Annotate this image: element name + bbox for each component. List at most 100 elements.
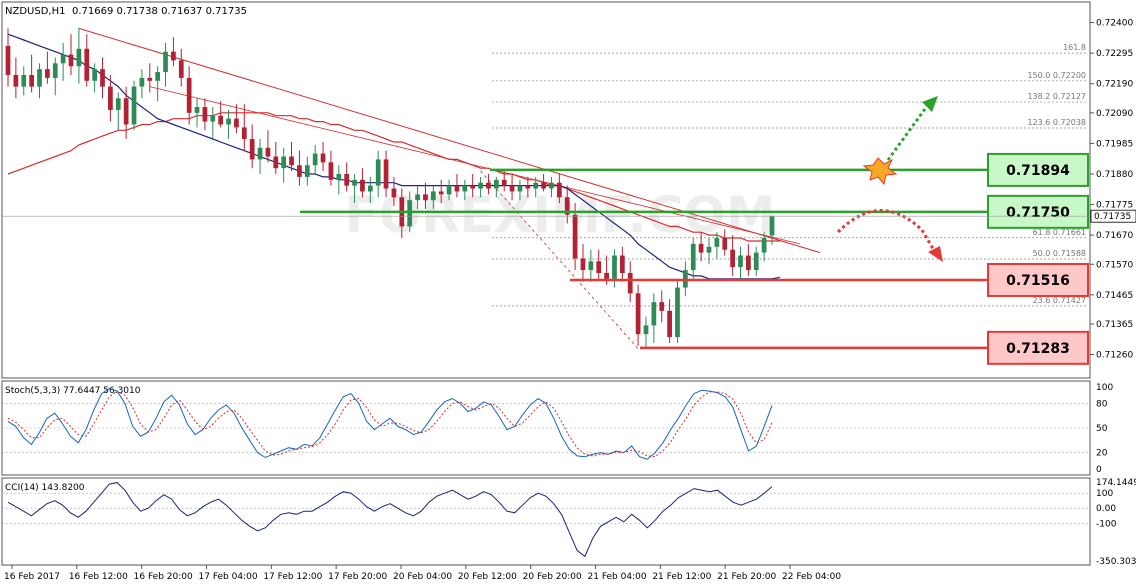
- support-label: 0.71516: [1006, 273, 1070, 289]
- resistance-label: 0.71750: [1006, 205, 1070, 221]
- forex-chart: FOREXIMF.COM 161.8150.0 0.72200138.2 0.7…: [0, 0, 1136, 588]
- candle-body: [139, 77, 145, 87]
- candle-body: [13, 74, 19, 87]
- price-axis-label: 0.71570: [1096, 260, 1133, 270]
- candle-body: [45, 69, 50, 78]
- candle-body: [604, 272, 609, 279]
- candle-body: [730, 249, 735, 268]
- candle-body: [171, 51, 176, 61]
- time-axis-label: 16 Feb 12:00: [69, 572, 128, 582]
- time-axis-label: 22 Feb 04:00: [782, 572, 841, 582]
- candle-body: [360, 179, 365, 192]
- candle-body: [37, 69, 42, 87]
- candle-body: [667, 310, 672, 338]
- fib-level-label: 61.8 0.71661: [1033, 228, 1086, 237]
- current-price-label: 0.71735: [1094, 212, 1131, 222]
- candle-body: [572, 214, 578, 259]
- candle-body: [501, 179, 507, 186]
- candle-body: [265, 147, 271, 157]
- candle-body: [68, 54, 74, 67]
- time-axis-label: 21 Feb 20:00: [717, 572, 776, 582]
- cci-label: CCI(14) 143.8200: [5, 483, 85, 493]
- candle-body: [320, 153, 326, 163]
- candle-body: [430, 191, 436, 201]
- candle-body: [257, 147, 263, 160]
- candle-body: [336, 173, 342, 180]
- candle-body: [297, 165, 302, 177]
- candle-body: [367, 185, 373, 192]
- time-axis-label: 17 Feb 20:00: [328, 572, 387, 582]
- candle-body: [714, 238, 720, 247]
- candle-body: [541, 182, 546, 189]
- candle-body: [761, 238, 767, 253]
- candle-body: [675, 287, 680, 338]
- candle-body: [391, 188, 397, 198]
- candle-body: [635, 293, 641, 335]
- cci-axis-label: 100: [1096, 489, 1113, 499]
- candle-body: [273, 156, 279, 169]
- candle-body: [344, 173, 350, 186]
- ohlc-label: 0.71669 0.71738 0.71637 0.71735: [72, 6, 247, 17]
- price-axis-label: 0.72400: [1096, 19, 1133, 29]
- time-axis-label: 21 Feb 12:00: [652, 572, 711, 582]
- candle-body: [202, 107, 208, 122]
- candle-body: [147, 77, 153, 81]
- stochastic-axis-label: 0: [1096, 465, 1102, 475]
- time-axis-label: 16 Feb 20:00: [134, 572, 193, 582]
- chart-background: [0, 0, 1136, 588]
- candle-body: [596, 261, 602, 273]
- candle-body: [525, 185, 531, 189]
- candle-body: [29, 74, 34, 87]
- candle-body: [100, 69, 105, 87]
- stochastic-label: Stoch(5,3,3) 77.6447 56.3010: [5, 386, 141, 396]
- price-axis-label: 0.71880: [1096, 170, 1133, 180]
- candle-body: [60, 54, 66, 64]
- candle-body: [155, 72, 161, 81]
- candle-body: [407, 200, 413, 227]
- candle-body: [643, 325, 649, 335]
- candle-body: [312, 153, 318, 166]
- time-axis-label: 20 Feb 20:00: [523, 572, 582, 582]
- stochastic-axis-label: 20: [1096, 449, 1108, 459]
- candle-body: [218, 115, 224, 125]
- candle-body: [289, 156, 294, 166]
- candle-body: [627, 272, 633, 294]
- candle-body: [328, 162, 334, 180]
- candle-body: [438, 191, 444, 195]
- price-axis-label: 0.72090: [1096, 109, 1133, 119]
- candle-body: [651, 302, 657, 326]
- candle-body: [115, 98, 121, 110]
- candle-body: [281, 156, 287, 169]
- candle-body: [690, 243, 696, 271]
- candle-body: [493, 179, 499, 189]
- candle-body: [210, 115, 216, 122]
- price-axis-label: 0.71670: [1096, 231, 1133, 241]
- candle-body: [517, 185, 523, 192]
- candle-body: [194, 107, 200, 113]
- candle-body: [619, 255, 625, 273]
- candle-body: [226, 118, 231, 125]
- candle-body: [706, 246, 712, 253]
- resistance-label: 0.71894: [1006, 163, 1070, 179]
- candle-body: [415, 194, 420, 201]
- candle-body: [549, 182, 554, 189]
- price-axis-label: 0.71465: [1096, 291, 1133, 301]
- candle-body: [746, 255, 751, 271]
- candle-body: [131, 86, 137, 125]
- candle-body: [163, 51, 168, 73]
- candle-body: [249, 139, 255, 160]
- stochastic-axis-label: 50: [1096, 424, 1108, 434]
- candle-body: [241, 127, 247, 140]
- time-axis-label: 21 Feb 04:00: [588, 572, 647, 582]
- time-axis-label: 20 Feb 12:00: [458, 572, 517, 582]
- price-axis-label: 0.72295: [1096, 49, 1133, 59]
- candle-body: [186, 77, 192, 113]
- candle-body: [423, 194, 428, 201]
- candle-body: [769, 216, 775, 236]
- candle-body: [383, 159, 389, 189]
- cci-axis-label: -100: [1096, 519, 1117, 529]
- candle-body: [304, 165, 310, 177]
- candle-body: [108, 86, 113, 110]
- candle-body: [478, 182, 483, 189]
- time-axis-label: 16 Feb 2017: [4, 572, 60, 582]
